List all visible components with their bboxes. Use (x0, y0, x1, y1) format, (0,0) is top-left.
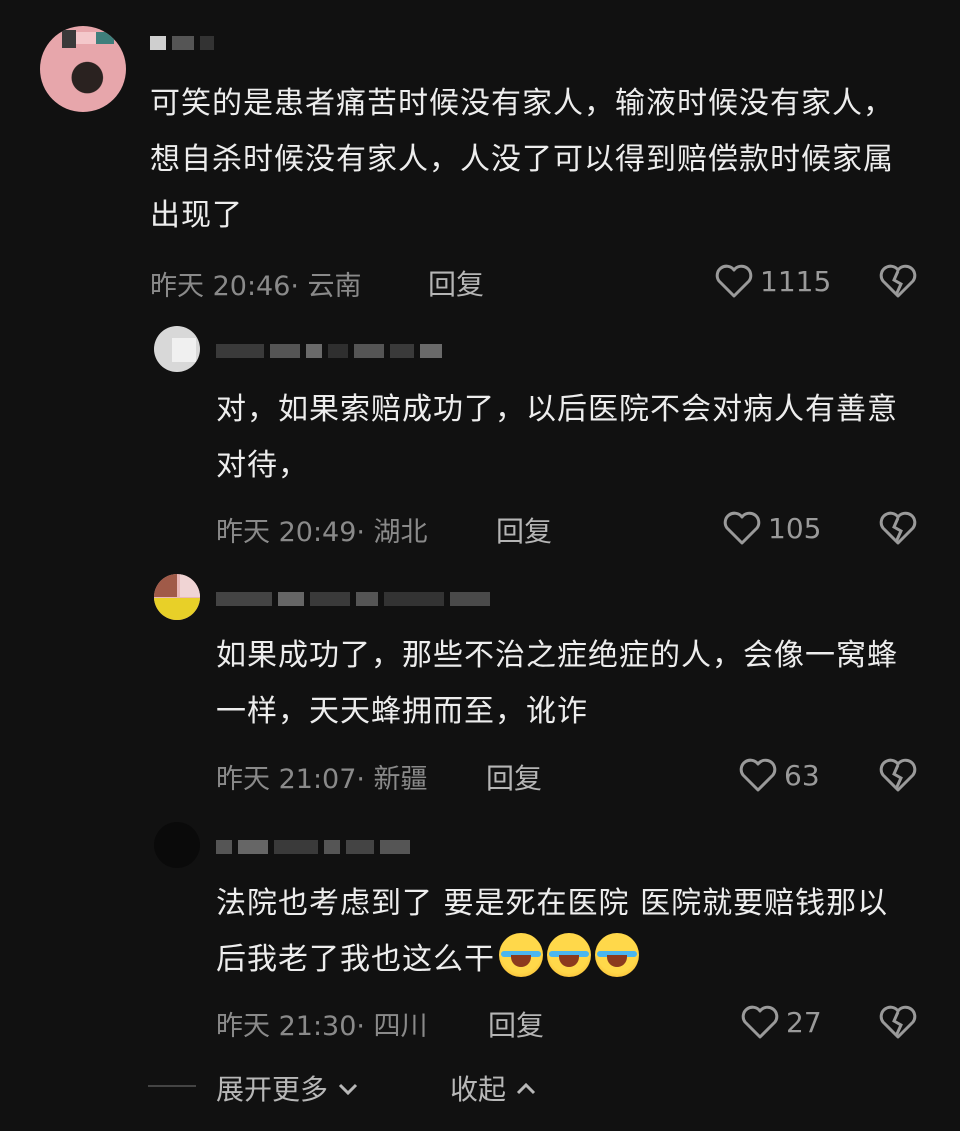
comment-meta: 昨天 20:49· 湖北 (216, 517, 428, 548)
reply-button[interactable]: 回复 (486, 757, 542, 797)
laugh-cry-emoji-icon (547, 933, 591, 977)
avatar[interactable] (154, 326, 200, 372)
avatar[interactable] (154, 574, 200, 620)
broken-heart-icon (879, 1005, 917, 1039)
collapse-label: 收起 (450, 1073, 507, 1106)
reply-button[interactable]: 回复 (488, 1004, 544, 1044)
expand-more-button[interactable]: 展开更多 (216, 1068, 359, 1108)
comment-meta: 昨天 21:30· 四川 (216, 1011, 428, 1042)
like-count: 105 (768, 511, 822, 545)
like-button[interactable]: 1115 (714, 262, 831, 300)
like-button[interactable]: 27 (740, 1003, 822, 1041)
collapse-button[interactable]: 收起 (450, 1068, 537, 1108)
reply-button[interactable]: 回复 (428, 263, 484, 303)
chevron-down-icon (338, 1083, 357, 1096)
comment-text: 法院也考虑到了 要是死在医院 医院就要赔钱那以后我老了我也这么干 (216, 876, 916, 988)
heart-icon (715, 264, 753, 298)
laugh-cry-emoji-icon (499, 933, 543, 977)
divider (148, 1085, 196, 1087)
laugh-cry-emoji-icon (595, 933, 639, 977)
username-blurred[interactable] (216, 588, 496, 610)
dislike-button[interactable] (878, 262, 918, 300)
heart-icon (739, 758, 777, 792)
dislike-button[interactable] (878, 1003, 918, 1041)
like-button[interactable]: 63 (738, 756, 820, 794)
expand-more-label: 展开更多 (216, 1073, 329, 1106)
like-count: 63 (784, 758, 820, 792)
dislike-button[interactable] (878, 509, 918, 547)
reply-button[interactable]: 回复 (496, 510, 552, 550)
comment-text: 可笑的是患者痛苦时候没有家人，输液时候没有家人，想自杀时候没有家人，人没了可以得… (150, 86, 894, 233)
broken-heart-icon (879, 264, 917, 298)
broken-heart-icon (879, 758, 917, 792)
comment-meta: 昨天 20:46· 云南 (150, 271, 362, 302)
comment-text: 对，如果索赔成功了，以后医院不会对病人有善意对待， (216, 392, 898, 483)
heart-icon (723, 511, 761, 545)
heart-icon (741, 1005, 779, 1039)
comment-text: 如果成功了，那些不治之症绝症的人，会像一窝蜂一样，天天蜂拥而至，讹诈 (216, 638, 898, 729)
broken-heart-icon (879, 511, 917, 545)
username-blurred[interactable] (216, 340, 448, 362)
avatar[interactable] (40, 26, 126, 112)
like-button[interactable]: 105 (722, 509, 821, 547)
avatar[interactable] (154, 822, 200, 868)
dislike-button[interactable] (878, 756, 918, 794)
username-blurred[interactable] (216, 836, 416, 858)
comment-meta: 昨天 21:07· 新疆 (216, 764, 428, 795)
like-count: 1115 (760, 264, 832, 298)
like-count: 27 (786, 1005, 822, 1039)
username-blurred[interactable] (150, 32, 220, 54)
chevron-up-icon (516, 1082, 535, 1095)
